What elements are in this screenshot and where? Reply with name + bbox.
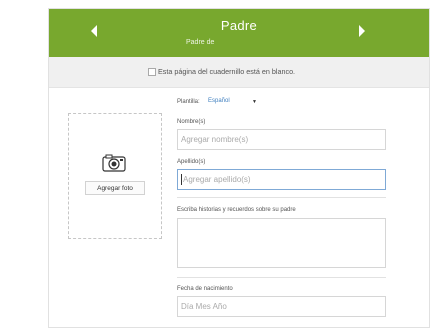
template-select[interactable]: Español — [208, 98, 230, 104]
page: Padre Padre de Esta página del cuadernil… — [0, 0, 441, 328]
last-name-label: Apellido(s) — [177, 159, 206, 165]
first-name-label: Nombre(s) — [177, 119, 206, 125]
divider — [177, 277, 386, 278]
stories-textarea[interactable] — [177, 218, 386, 268]
chevron-right-icon[interactable] — [359, 25, 365, 37]
text-cursor — [181, 174, 182, 185]
template-label: Plantilla: — [177, 99, 200, 105]
card-header: Padre Padre de — [49, 9, 429, 57]
birth-date-input[interactable]: Día Mes Año — [177, 296, 386, 317]
blank-page-label: Esta página del cuadernillo está en blan… — [158, 67, 296, 76]
page-subtitle: Padre de — [186, 39, 215, 46]
last-name-input[interactable]: Agregar apellido(s) — [177, 169, 386, 190]
fact-card: Padre Padre de Esta página del cuadernil… — [48, 8, 430, 328]
add-photo-button[interactable]: Agregar foto — [85, 181, 145, 195]
camera-icon — [102, 154, 126, 172]
caret-down-icon[interactable]: ▼ — [252, 99, 257, 105]
last-name-placeholder: Agregar apellido(s) — [183, 175, 251, 184]
page-title: Padre — [220, 18, 258, 33]
photo-upload-area[interactable]: Agregar foto — [68, 113, 162, 239]
blank-page-checkbox[interactable] — [148, 68, 156, 76]
divider — [177, 197, 386, 198]
stories-label: Escriba historias y recuerdos sobre su p… — [177, 207, 296, 213]
blank-page-notice: Esta página del cuadernillo está en blan… — [49, 57, 429, 88]
first-name-input[interactable]: Agregar nombre(s) — [177, 129, 386, 150]
birth-date-label: Fecha de nacimiento — [177, 286, 233, 292]
